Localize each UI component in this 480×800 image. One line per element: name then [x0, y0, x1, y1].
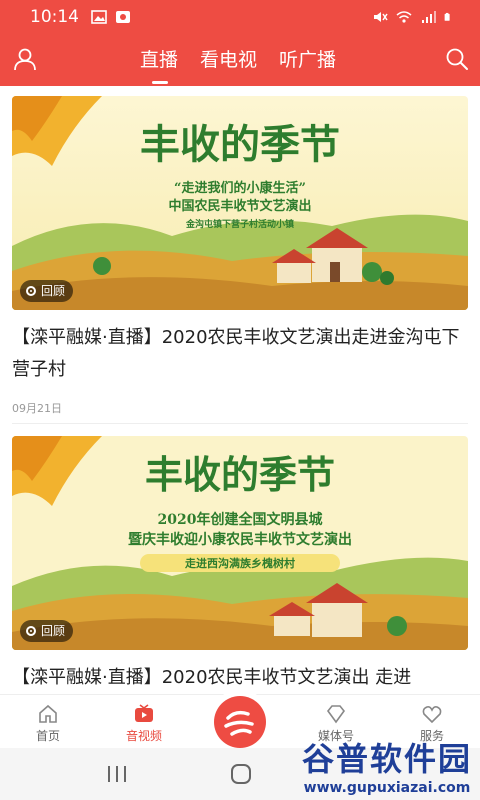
card-title[interactable]: 【滦平融媒·直播】2020农民丰收文艺演出走进金沟屯下营子村	[12, 322, 468, 386]
user-icon[interactable]	[12, 46, 38, 72]
tab-bar: 直播 看电视 听广播	[140, 34, 336, 86]
card-date: 09月21日	[12, 402, 62, 415]
battery-icon	[444, 12, 450, 21]
nav-audio-video[interactable]: 音视频	[96, 695, 192, 749]
tab-radio[interactable]: 听广播	[279, 34, 336, 86]
divider	[12, 423, 468, 424]
diamond-icon	[326, 705, 346, 724]
heart-icon	[422, 706, 442, 724]
mute-icon	[374, 12, 388, 22]
watermark-url: www.gupuxiazai.com	[303, 780, 471, 796]
wifi-icon	[396, 11, 412, 23]
center-logo-button[interactable]	[214, 696, 266, 748]
signal-icon	[422, 11, 436, 23]
feed-list: 丰收的季节 “走进我们的小康生活” 中国农民丰收节文艺演出 金沟屯镇下营子村活动…	[0, 86, 480, 694]
search-icon[interactable]	[444, 46, 470, 72]
home-icon	[39, 704, 57, 723]
replay-icon	[26, 626, 36, 636]
feed-card[interactable]: 丰收的季节 “走进我们的小康生活” 中国农民丰收节文艺演出 金沟屯镇下营子村活动…	[12, 96, 468, 416]
app-logo-icon	[224, 710, 254, 736]
watermark: 谷普软件园 www.gupuxiazai.com	[302, 734, 472, 796]
watermark-text: 谷普软件园	[301, 740, 472, 778]
replay-icon	[26, 286, 36, 296]
banner-subtitle: “走进我们的小康生活”	[174, 180, 306, 196]
banner-title: 丰收的季节	[145, 452, 335, 497]
nav-audio-video-label: 音视频	[125, 729, 162, 743]
banner-subtitle: 金沟屯镇下营子村活动小镇	[185, 218, 294, 230]
replay-badge: 回顾	[20, 280, 74, 302]
banner-title: 丰收的季节	[140, 121, 340, 168]
banner-subtitle: 暨庆丰收迎小康农民丰收节文艺演出	[128, 531, 352, 548]
status-time: 10:14	[30, 7, 79, 27]
top-bar: 直播 看电视 听广播	[0, 34, 480, 86]
feed-card[interactable]: 丰收的季节 2020年创建全国文明县城 暨庆丰收迎小康农民丰收节文艺演出 走进西…	[12, 436, 468, 694]
gallery-icon	[91, 10, 107, 24]
harvest-banner-image: 丰收的季节 “走进我们的小康生活” 中国农民丰收节文艺演出 金沟屯镇下营子村活动…	[12, 96, 468, 310]
replay-badge: 回顾	[20, 620, 74, 642]
notification-icon	[116, 11, 130, 23]
nav-home-label: 首页	[35, 729, 60, 743]
video-thumbnail[interactable]: 丰收的季节 “走进我们的小康生活” 中国农民丰收节文艺演出 金沟屯镇下营子村活动…	[12, 96, 468, 310]
banner-subtitle: 走进西沟满族乡槐树村	[184, 556, 295, 570]
status-bar: 10:14	[0, 0, 480, 34]
banner-subtitle: 中国农民丰收节文艺演出	[168, 198, 311, 214]
home-button-icon[interactable]	[230, 763, 252, 785]
video-thumbnail[interactable]: 丰收的季节 2020年创建全国文明县城 暨庆丰收迎小康农民丰收节文艺演出 走进西…	[12, 436, 468, 650]
nav-home[interactable]: 首页	[0, 695, 96, 749]
tab-live[interactable]: 直播	[140, 34, 178, 86]
card-title[interactable]: 【滦平融媒·直播】2020农民丰收节文艺演出 走进	[12, 662, 468, 694]
harvest-banner-image: 丰收的季节 2020年创建全国文明县城 暨庆丰收迎小康农民丰收节文艺演出 走进西…	[12, 436, 468, 650]
recent-apps-icon[interactable]	[106, 764, 128, 784]
video-icon	[135, 704, 153, 722]
replay-label: 回顾	[41, 624, 66, 638]
replay-label: 回顾	[41, 284, 66, 298]
banner-subtitle: 2020年创建全国文明县城	[158, 511, 323, 528]
tab-tv[interactable]: 看电视	[200, 34, 257, 86]
